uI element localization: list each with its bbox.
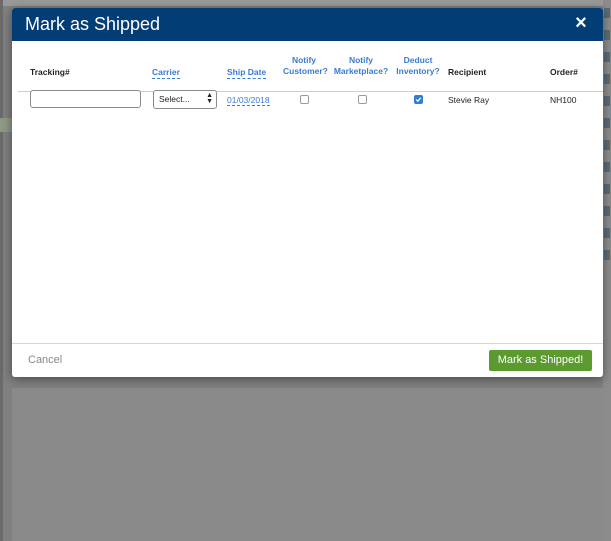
header-order: Order# — [550, 67, 578, 77]
recipient-value: Stevie Ray — [448, 95, 490, 105]
deduct-inventory-checkbox[interactable] — [414, 95, 423, 104]
backdrop-tick — [604, 118, 610, 128]
checkmark-icon — [415, 97, 422, 103]
backdrop-tick — [604, 74, 610, 84]
backdrop-tick — [604, 228, 610, 238]
backdrop-right-strip — [603, 0, 611, 541]
cancel-button[interactable]: Cancel — [28, 354, 62, 366]
backdrop-top-bar — [0, 0, 611, 6]
carrier-select[interactable]: Select... ▲ ▼ — [153, 90, 217, 109]
backdrop-panel — [12, 388, 603, 541]
header-recipient: Recipient — [448, 67, 487, 77]
backdrop-tick — [604, 250, 610, 260]
header-deduct-inventory-line2: Inventory? — [396, 66, 440, 76]
ship-date-picker[interactable]: 01/03/2018 — [227, 95, 270, 106]
carrier-select-value: Select... — [159, 94, 190, 104]
select-arrows-icon: ▲ ▼ — [206, 92, 213, 105]
header-notify-marketplace[interactable]: Notify Marketplace? — [332, 55, 390, 77]
header-carrier[interactable]: Carrier — [152, 67, 180, 79]
notify-marketplace-checkbox[interactable] — [358, 95, 367, 104]
header-deduct-inventory[interactable]: Deduct Inventory? — [395, 55, 441, 77]
mark-shipped-modal: Mark as Shipped × Tracking# Carrier Ship… — [12, 8, 603, 377]
header-notify-marketplace-line1: Notify — [348, 55, 374, 65]
backdrop-tick — [604, 30, 610, 40]
backdrop-tick — [604, 162, 610, 172]
header-notify-customer-line1: Notify — [291, 55, 317, 65]
backdrop-tick — [604, 184, 610, 194]
backdrop-tick — [604, 206, 610, 216]
header-ship-date[interactable]: Ship Date — [227, 67, 267, 79]
header-notify-customer[interactable]: Notify Customer? — [283, 55, 328, 77]
header-deduct-inventory-line1: Deduct — [403, 55, 433, 65]
backdrop-tick — [604, 96, 610, 106]
backdrop-left-edge — [0, 0, 3, 541]
backdrop-tick — [604, 52, 610, 62]
header-notify-customer-line2: Customer? — [283, 66, 328, 76]
footer-divider — [12, 343, 603, 344]
modal-header: Mark as Shipped × — [12, 8, 603, 41]
backdrop-tick — [604, 8, 610, 18]
tracking-number-input[interactable] — [30, 90, 141, 108]
header-notify-marketplace-line2: Marketplace? — [333, 66, 389, 76]
backdrop-tick — [604, 140, 610, 150]
mark-as-shipped-button[interactable]: Mark as Shipped! — [489, 350, 592, 371]
notify-customer-checkbox[interactable] — [300, 95, 309, 104]
close-icon[interactable]: × — [571, 12, 591, 34]
header-tracking: Tracking# — [30, 67, 70, 77]
modal-title: Mark as Shipped — [25, 14, 161, 34]
order-value: NH100 — [550, 95, 577, 105]
backdrop-left-strip — [0, 118, 12, 132]
